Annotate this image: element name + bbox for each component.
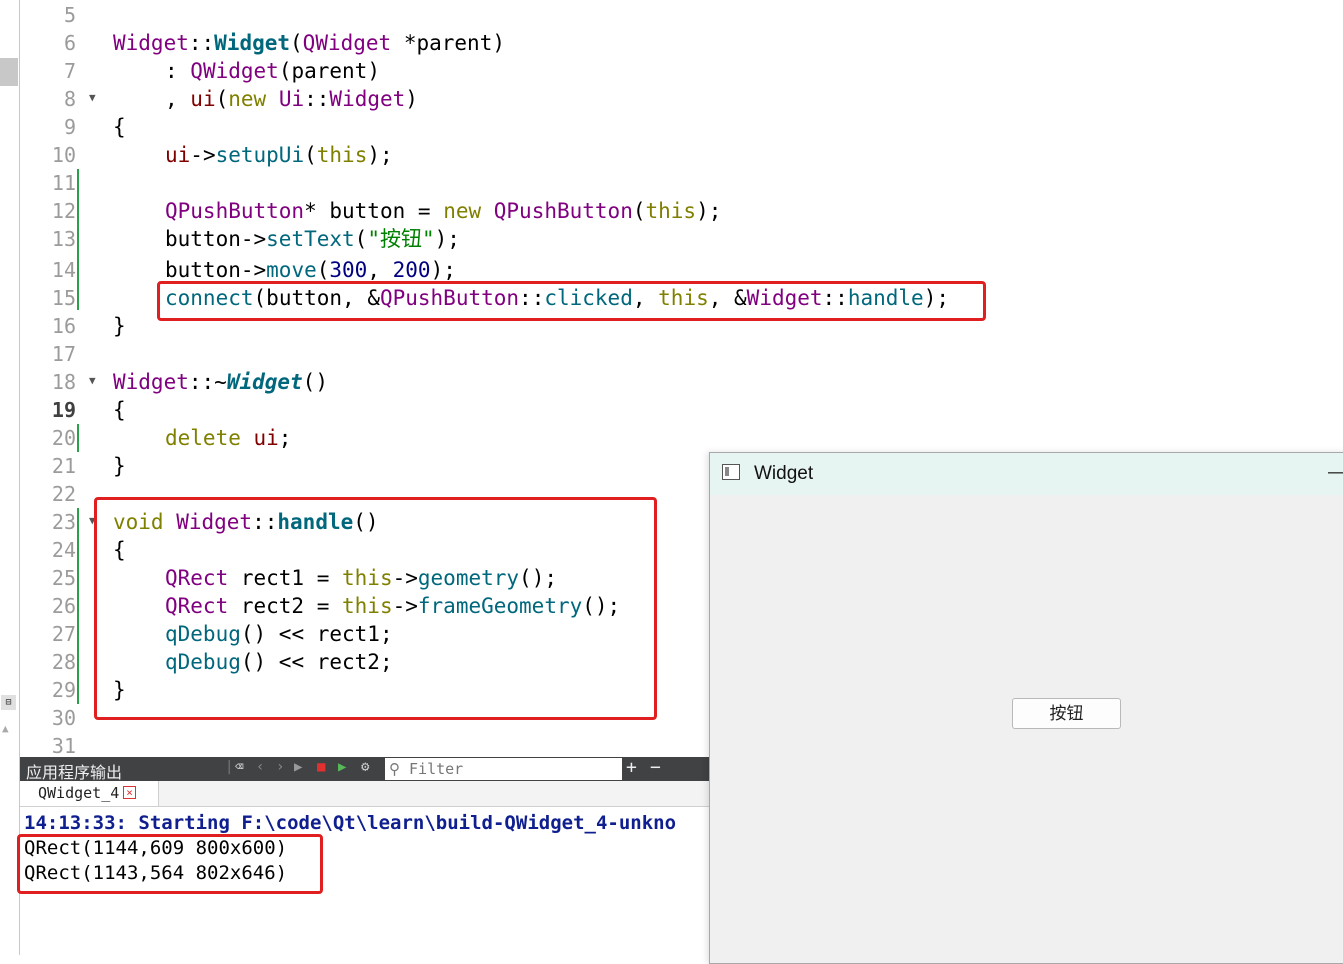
code-line-20[interactable]: delete ui; xyxy=(165,424,291,452)
code-line-9[interactable]: { xyxy=(113,113,126,141)
line-number: 14 xyxy=(51,258,76,282)
line-number: 27 xyxy=(51,622,76,646)
output-filter-input[interactable]: ⚲ Filter xyxy=(385,758,622,780)
code-line-13[interactable]: button->setText("按钮"); xyxy=(165,225,460,253)
line-number: 31 xyxy=(51,734,76,758)
line-number: 11 xyxy=(51,171,76,195)
window-app-icon xyxy=(722,464,740,480)
remove-pane-button[interactable]: − xyxy=(650,757,661,778)
next-icon[interactable]: › xyxy=(276,759,284,775)
code-line-21[interactable]: } xyxy=(113,452,126,480)
code-line-18[interactable]: Widget::~Widget() xyxy=(113,368,328,396)
widget-window-titlebar[interactable]: Widget — xyxy=(710,453,1343,495)
highlight-box-connect xyxy=(157,281,986,321)
debug-run-icon[interactable]: ▶ xyxy=(338,759,346,775)
line-number: 26 xyxy=(51,594,76,618)
line-number: 20 xyxy=(51,426,76,450)
output-pane-title: 应用程序输出 xyxy=(26,763,123,782)
line-number: 7 xyxy=(63,59,76,83)
line-number: 21 xyxy=(51,454,76,478)
widget-window-title: Widget xyxy=(754,463,814,484)
output-start-line: 14:13:33: Starting F:\code\Qt\learn\buil… xyxy=(24,812,677,834)
code-line-7[interactable]: : QWidget(parent) xyxy=(165,57,380,85)
code-line-8[interactable]: , ui(new Ui::Widget) xyxy=(165,85,418,113)
change-marker xyxy=(77,424,79,452)
change-marker xyxy=(77,169,79,310)
line-number: 23 xyxy=(51,510,76,534)
code-line-16[interactable]: } xyxy=(113,312,126,340)
left-side-strip: ⊟ ▲ xyxy=(0,0,20,955)
code-line-6[interactable]: Widget::Widget(QWidget *parent) xyxy=(113,29,505,57)
fold-arrow-icon[interactable]: ▼ xyxy=(89,374,96,387)
code-line-12[interactable]: QPushButton* button = new QPushButton(th… xyxy=(165,197,721,225)
line-number: 18 xyxy=(51,370,76,394)
output-tabs-bar: QWidget_4 × xyxy=(20,781,710,807)
highlight-box-handle xyxy=(94,497,657,720)
output-pane-toolbar: 应用程序输出 | ⌫ ‹ › ▶ ■ ▶ ⚙ ⚲ Filter + − xyxy=(20,757,710,782)
previous-icon[interactable]: ‹ xyxy=(256,759,264,775)
add-pane-button[interactable]: + xyxy=(626,757,637,778)
line-number: 5 xyxy=(63,3,76,27)
stop-icon[interactable]: ■ xyxy=(317,759,325,775)
line-number-current: 19 xyxy=(51,398,76,422)
line-number: 25 xyxy=(51,566,76,590)
output-tab[interactable]: QWidget_4 × xyxy=(20,781,159,806)
change-marker xyxy=(77,508,79,704)
widget-window[interactable]: Widget — 按钮 xyxy=(709,452,1343,964)
line-number: 29 xyxy=(51,678,76,702)
line-number: 24 xyxy=(51,538,76,562)
side-scrollbar-thumb[interactable] xyxy=(0,58,18,86)
filter-placeholder: Filter xyxy=(409,760,464,778)
collapse-panel-icon[interactable]: ⊟ xyxy=(1,695,16,710)
close-tab-icon[interactable]: × xyxy=(123,786,136,799)
line-number: 12 xyxy=(51,199,76,223)
fold-arrow-icon[interactable]: ▼ xyxy=(89,91,96,104)
clear-output-icon[interactable]: ⌫ xyxy=(235,759,243,775)
line-number: 13 xyxy=(51,227,76,251)
code-line-10[interactable]: ui->setupUi(this); xyxy=(165,141,393,169)
run-icon[interactable]: ▶ xyxy=(294,759,302,775)
line-number: 30 xyxy=(51,706,76,730)
line-number: 22 xyxy=(51,482,76,506)
line-number: 15 xyxy=(51,286,76,310)
code-line-14[interactable]: button->move(300, 200); xyxy=(165,256,456,284)
minimize-button[interactable]: — xyxy=(1328,461,1343,484)
line-number: 28 xyxy=(51,650,76,674)
line-number: 17 xyxy=(51,342,76,366)
expand-up-icon[interactable]: ▲ xyxy=(2,722,9,735)
line-number: 8 xyxy=(63,87,76,111)
highlight-box-output xyxy=(17,834,323,894)
push-button[interactable]: 按钮 xyxy=(1012,698,1121,729)
line-number: 10 xyxy=(51,143,76,167)
search-icon: ⚲ xyxy=(389,760,400,778)
code-line-19[interactable]: { xyxy=(113,396,126,424)
settings-gear-icon[interactable]: ⚙ xyxy=(361,759,369,775)
line-number: 9 xyxy=(63,115,76,139)
output-tab-label: QWidget_4 xyxy=(38,784,120,802)
line-number: 16 xyxy=(51,314,76,338)
line-number: 6 xyxy=(63,31,76,55)
